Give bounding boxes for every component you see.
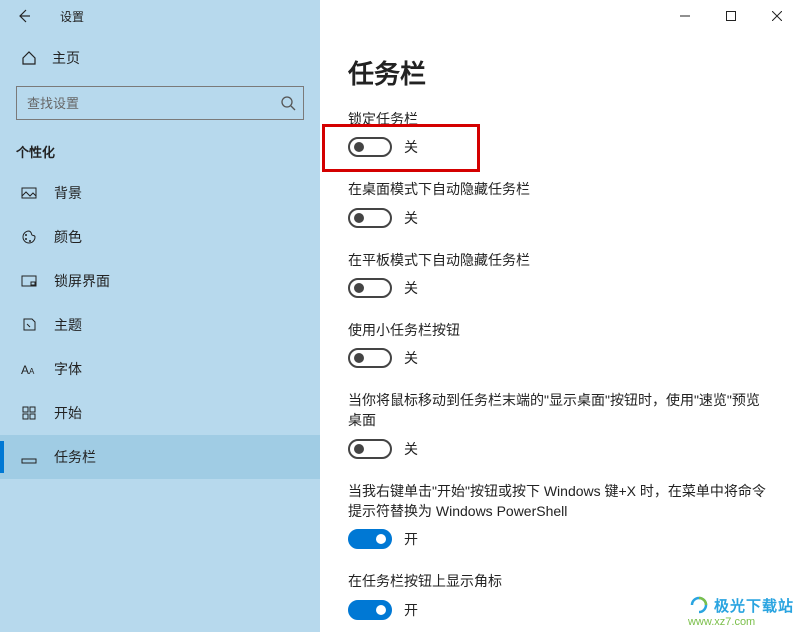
toggle-row: 关 — [348, 208, 772, 228]
nav-item-font[interactable]: AA 字体 — [0, 347, 320, 391]
setting-peek: 当你将鼠标移动到任务栏末端的"显示桌面"按钮时，使用"速览"预览桌面 关 — [348, 390, 772, 459]
toggle-small-buttons[interactable] — [348, 348, 392, 368]
toggle-knob — [354, 444, 364, 454]
toggle-state: 关 — [404, 278, 418, 298]
nav-item-taskbar[interactable]: 任务栏 — [0, 435, 320, 479]
maximize-button[interactable] — [708, 0, 754, 32]
setting-label: 使用小任务栏按钮 — [348, 320, 772, 340]
arrow-left-icon — [15, 7, 33, 25]
setting-label: 当我右键单击"开始"按钮或按下 Windows 键+X 时，在菜单中将命令提示符… — [348, 481, 772, 522]
nav-label: 颜色 — [54, 227, 82, 247]
toggle-state: 关 — [404, 137, 418, 157]
toggle-powershell[interactable] — [348, 529, 392, 549]
toggle-row: 关 — [348, 278, 772, 298]
window-controls — [662, 0, 800, 32]
nav-label: 字体 — [54, 359, 82, 379]
svg-text:A: A — [29, 367, 35, 376]
toggle-knob — [376, 605, 386, 615]
toggle-lock-taskbar[interactable] — [348, 137, 392, 157]
search-input[interactable] — [16, 86, 304, 120]
toggle-autohide-tablet[interactable] — [348, 278, 392, 298]
nav-label: 主题 — [54, 315, 82, 335]
back-button[interactable] — [0, 0, 48, 32]
home-label: 主页 — [52, 48, 80, 68]
toggle-row: 关 — [348, 348, 772, 368]
window-title: 设置 — [48, 0, 320, 32]
toggle-knob — [354, 353, 364, 363]
toggle-state: 关 — [404, 439, 418, 459]
nav-item-color[interactable]: 颜色 — [0, 215, 320, 259]
setting-autohide-tablet: 在平板模式下自动隐藏任务栏 关 — [348, 250, 772, 298]
settings-window: 设置 主页 — [0, 0, 800, 632]
palette-icon — [20, 228, 38, 246]
maximize-icon — [726, 11, 736, 21]
toggle-knob — [354, 283, 364, 293]
toggle-autohide-desktop[interactable] — [348, 208, 392, 228]
setting-label: 在桌面模式下自动隐藏任务栏 — [348, 179, 772, 199]
lockscreen-icon — [20, 272, 38, 290]
setting-badges: 在任务栏按钮上显示角标 开 — [348, 571, 772, 619]
home-icon — [20, 49, 38, 67]
nav-label: 任务栏 — [54, 447, 96, 467]
toggle-badges[interactable] — [348, 600, 392, 620]
minimize-icon — [680, 11, 690, 21]
page-title: 任务栏 — [348, 54, 772, 91]
nav-item-background[interactable]: 背景 — [0, 171, 320, 215]
toggle-row: 关 — [348, 439, 772, 459]
setting-label: 当你将鼠标移动到任务栏末端的"显示桌面"按钮时，使用"速览"预览桌面 — [348, 390, 772, 431]
toggle-knob — [354, 142, 364, 152]
nav-item-start[interactable]: 开始 — [0, 391, 320, 435]
setting-label: 锁定任务栏 — [348, 109, 772, 129]
nav-label: 开始 — [54, 403, 82, 423]
setting-label: 在平板模式下自动隐藏任务栏 — [348, 250, 772, 270]
sidebar: 主页 个性化 背景 颜色 锁屏界面 — [0, 32, 320, 632]
home-link[interactable]: 主页 — [0, 40, 320, 76]
toggle-state: 关 — [404, 208, 418, 228]
toggle-state: 开 — [404, 600, 418, 620]
group-title: 个性化 — [0, 136, 320, 171]
svg-text:A: A — [21, 363, 29, 377]
body: 主页 个性化 背景 颜色 锁屏界面 — [0, 32, 800, 632]
picture-icon — [20, 184, 38, 202]
font-icon: AA — [20, 360, 38, 378]
toggle-row: 关 — [348, 137, 772, 157]
nav-item-theme[interactable]: 主题 — [0, 303, 320, 347]
nav-label: 锁屏界面 — [54, 271, 110, 291]
setting-label: 在任务栏按钮上显示角标 — [348, 571, 772, 591]
setting-lock-taskbar: 锁定任务栏 关 — [348, 109, 772, 157]
theme-icon — [20, 316, 38, 334]
start-icon — [20, 404, 38, 422]
titlebar: 设置 — [0, 0, 800, 32]
nav-item-lockscreen[interactable]: 锁屏界面 — [0, 259, 320, 303]
toggle-knob — [376, 534, 386, 544]
main-content: 任务栏 锁定任务栏 关 在桌面模式下自动隐藏任务栏 关 在平板模式下自动隐藏任务… — [320, 32, 800, 632]
toggle-row: 开 — [348, 600, 772, 620]
taskbar-icon — [20, 448, 38, 466]
toggle-knob — [354, 213, 364, 223]
close-icon — [772, 11, 782, 21]
close-button[interactable] — [754, 0, 800, 32]
setting-small-buttons: 使用小任务栏按钮 关 — [348, 320, 772, 368]
toggle-row: 开 — [348, 529, 772, 549]
toggle-state: 开 — [404, 529, 418, 549]
nav-label: 背景 — [54, 183, 82, 203]
toggle-peek[interactable] — [348, 439, 392, 459]
titlebar-left: 设置 — [0, 0, 320, 32]
search-icon — [280, 95, 296, 111]
search-wrap — [16, 86, 304, 120]
setting-autohide-desktop: 在桌面模式下自动隐藏任务栏 关 — [348, 179, 772, 227]
setting-powershell: 当我右键单击"开始"按钮或按下 Windows 键+X 时，在菜单中将命令提示符… — [348, 481, 772, 550]
toggle-state: 关 — [404, 348, 418, 368]
minimize-button[interactable] — [662, 0, 708, 32]
